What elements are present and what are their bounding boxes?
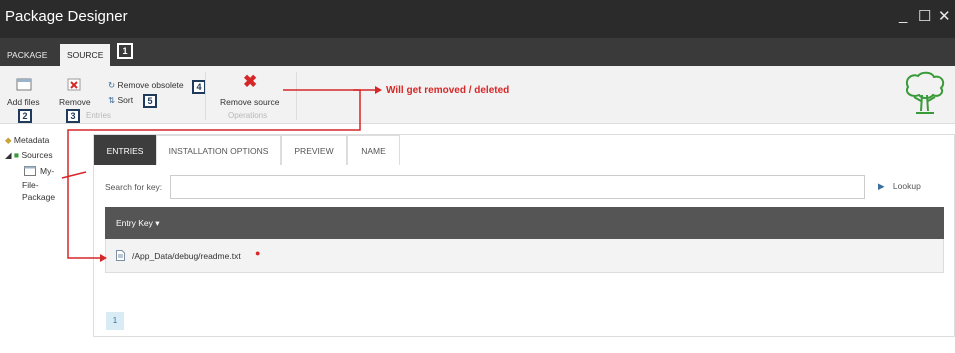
tab-preview[interactable]: PREVIEW <box>281 135 347 165</box>
tree-item-metadata[interactable]: ◆ Metadata <box>5 135 49 146</box>
sort-icon: ⇅ <box>108 95 116 105</box>
remove-icon[interactable] <box>67 78 81 93</box>
callout-1: 1 <box>117 43 133 59</box>
callout-2: 2 <box>18 109 32 123</box>
red-dot-marker: ● <box>255 248 261 258</box>
column-header-label: Entry Key <box>116 218 153 228</box>
refresh-icon: ↻ <box>108 80 116 90</box>
pager-page-1[interactable]: 1 <box>106 312 124 330</box>
ribbon-toolbar: Add files 2 Remove 3 Entries ↻ Remove ob… <box>0 66 955 124</box>
close-button[interactable]: ✕ <box>938 7 951 25</box>
callout-5: 5 <box>143 94 157 108</box>
lookup-button[interactable]: ▶ Lookup <box>878 181 921 192</box>
play-icon: ▶ <box>878 181 885 191</box>
add-files-icon[interactable] <box>16 78 32 93</box>
search-input[interactable] <box>170 175 865 199</box>
minimize-button[interactable]: _ <box>899 7 907 24</box>
main-tab-bar: PACKAGE SOURCE 1 <box>0 38 955 66</box>
search-label: Search for key: <box>105 182 163 192</box>
remove-source-button[interactable]: Remove source <box>220 97 280 107</box>
remove-button[interactable]: Remove <box>59 97 91 107</box>
tree-label-package-line2[interactable]: File- <box>22 180 39 190</box>
tab-installation-options[interactable]: INSTALLATION OPTIONS <box>156 135 281 165</box>
ribbon-separator <box>205 72 206 120</box>
entries-panel: ENTRIES INSTALLATION OPTIONS PREVIEW NAM… <box>93 134 955 337</box>
metadata-icon: ◆ <box>5 135 12 145</box>
remove-source-icon[interactable]: ✖ <box>243 72 257 92</box>
entries-group-label: Entries <box>86 111 111 120</box>
tree-item-sources[interactable]: ◢ ■ Sources <box>5 150 53 161</box>
ribbon-separator <box>296 72 297 120</box>
remove-obsolete-button[interactable]: ↻ Remove obsolete <box>108 80 184 91</box>
callout-3: 3 <box>66 109 80 123</box>
operations-group-label: Operations <box>228 111 268 120</box>
remove-obsolete-label: Remove obsolete <box>117 80 184 90</box>
grid-header: Entry Key ▾ <box>105 207 944 239</box>
removal-annotation: Will get removed / deleted <box>386 85 510 96</box>
tree-label-package-line1[interactable]: My- <box>40 166 54 176</box>
tree-label-sources: Sources <box>21 150 53 160</box>
table-row[interactable]: /App_Data/debug/readme.txt ● <box>105 239 944 273</box>
maximize-button[interactable]: ☐ <box>918 7 931 25</box>
sort-label: Sort <box>117 95 134 105</box>
sort-down-icon: ▾ <box>155 218 160 228</box>
window-title: Package Designer <box>5 8 128 25</box>
tab-name[interactable]: NAME <box>347 135 400 165</box>
entry-key-cell: /App_Data/debug/readme.txt <box>132 251 241 261</box>
sort-button[interactable]: ⇅ Sort <box>108 95 133 106</box>
expand-arrow-icon: ◢ <box>5 150 12 160</box>
tree-label-metadata: Metadata <box>13 135 50 145</box>
add-files-button[interactable]: Add files <box>7 97 40 107</box>
callout-4: 4 <box>192 80 206 94</box>
column-header-entry-key[interactable]: Entry Key ▾ <box>116 218 160 229</box>
lookup-label: Lookup <box>892 181 921 191</box>
file-icon <box>116 250 125 263</box>
package-icon <box>24 166 36 178</box>
title-bar: Package Designer _ ☐ ✕ <box>0 0 955 38</box>
tree-logo-icon <box>902 71 946 119</box>
metadata-tree: ◆ Metadata ◢ ■ Sources My- File- Package <box>0 124 82 353</box>
tab-entries[interactable]: ENTRIES <box>94 135 156 165</box>
tree-label-package-line3[interactable]: Package <box>22 192 55 202</box>
tab-package[interactable]: PACKAGE <box>0 44 54 66</box>
sources-icon: ■ <box>13 150 20 160</box>
tab-source[interactable]: SOURCE <box>60 44 111 66</box>
